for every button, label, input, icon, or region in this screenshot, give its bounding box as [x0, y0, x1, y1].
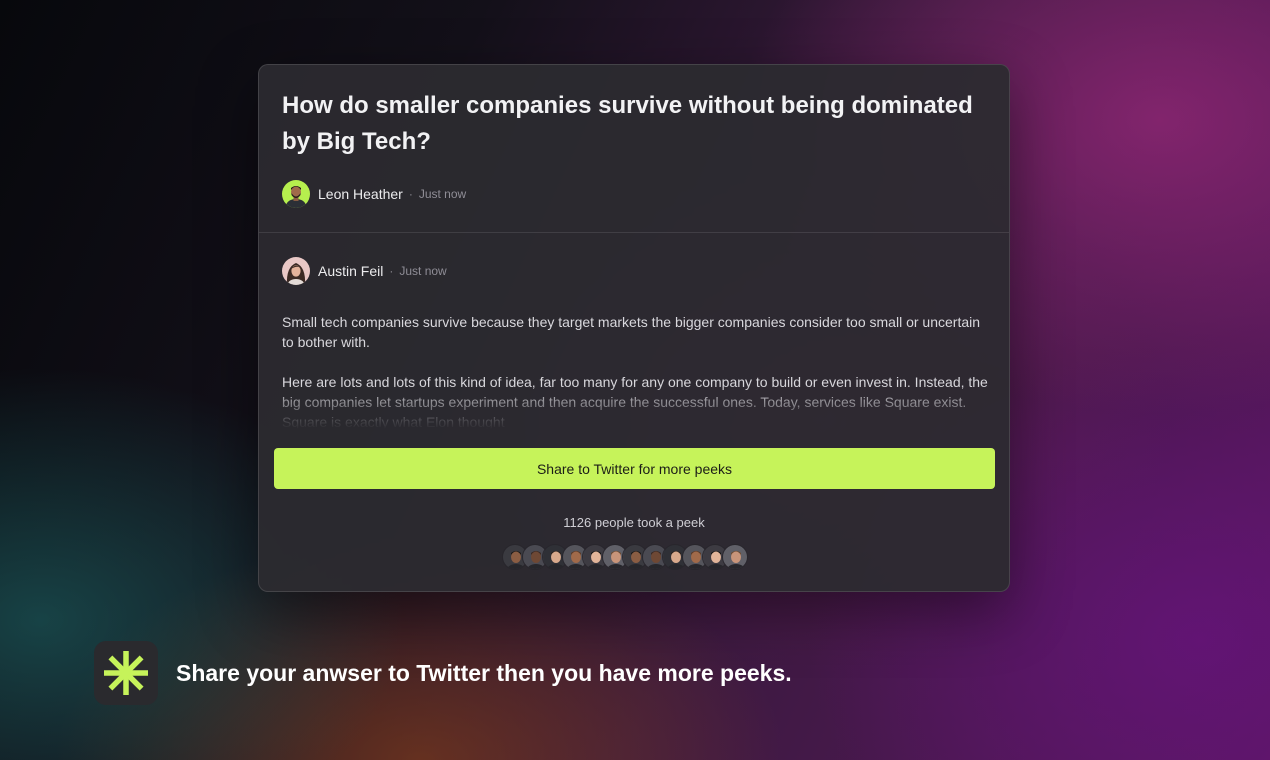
- asker-name[interactable]: Leon Heather: [318, 186, 403, 202]
- card-divider: [259, 232, 1009, 233]
- question-timestamp: Just now: [418, 187, 467, 201]
- peek-avatar-stack: [502, 544, 748, 570]
- asker-avatar[interactable]: [282, 180, 310, 208]
- answerer-avatar[interactable]: [282, 257, 310, 285]
- answer-timestamp: Just now: [399, 264, 447, 278]
- question-title: How do smaller companies survive without…: [282, 92, 973, 155]
- app-logo: [94, 641, 158, 705]
- meta-separator: ·: [408, 187, 413, 201]
- asterisk-icon: [104, 651, 148, 695]
- viewer-avatar: [722, 544, 748, 570]
- answerer-name[interactable]: Austin Feil: [318, 263, 383, 279]
- meta-separator: ·: [389, 264, 394, 278]
- answer-meta: Austin Feil · Just now: [282, 257, 447, 285]
- answer-paragraph: Small tech companies survive because the…: [282, 314, 981, 350]
- question-card: How do smaller companies survive without…: [258, 64, 1010, 592]
- footer-tagline: Share your anwser to Twitter then you ha…: [176, 660, 792, 686]
- peek-count: 1126 people took a peek: [563, 515, 705, 530]
- answer-preview: Small tech companies survive because the…: [282, 312, 988, 429]
- share-to-twitter-button[interactable]: Share to Twitter for more peeks: [274, 448, 995, 489]
- question-meta: Leon Heather · Just now: [282, 180, 466, 208]
- answer-paragraph: Here are lots and lots of this kind of i…: [282, 374, 988, 429]
